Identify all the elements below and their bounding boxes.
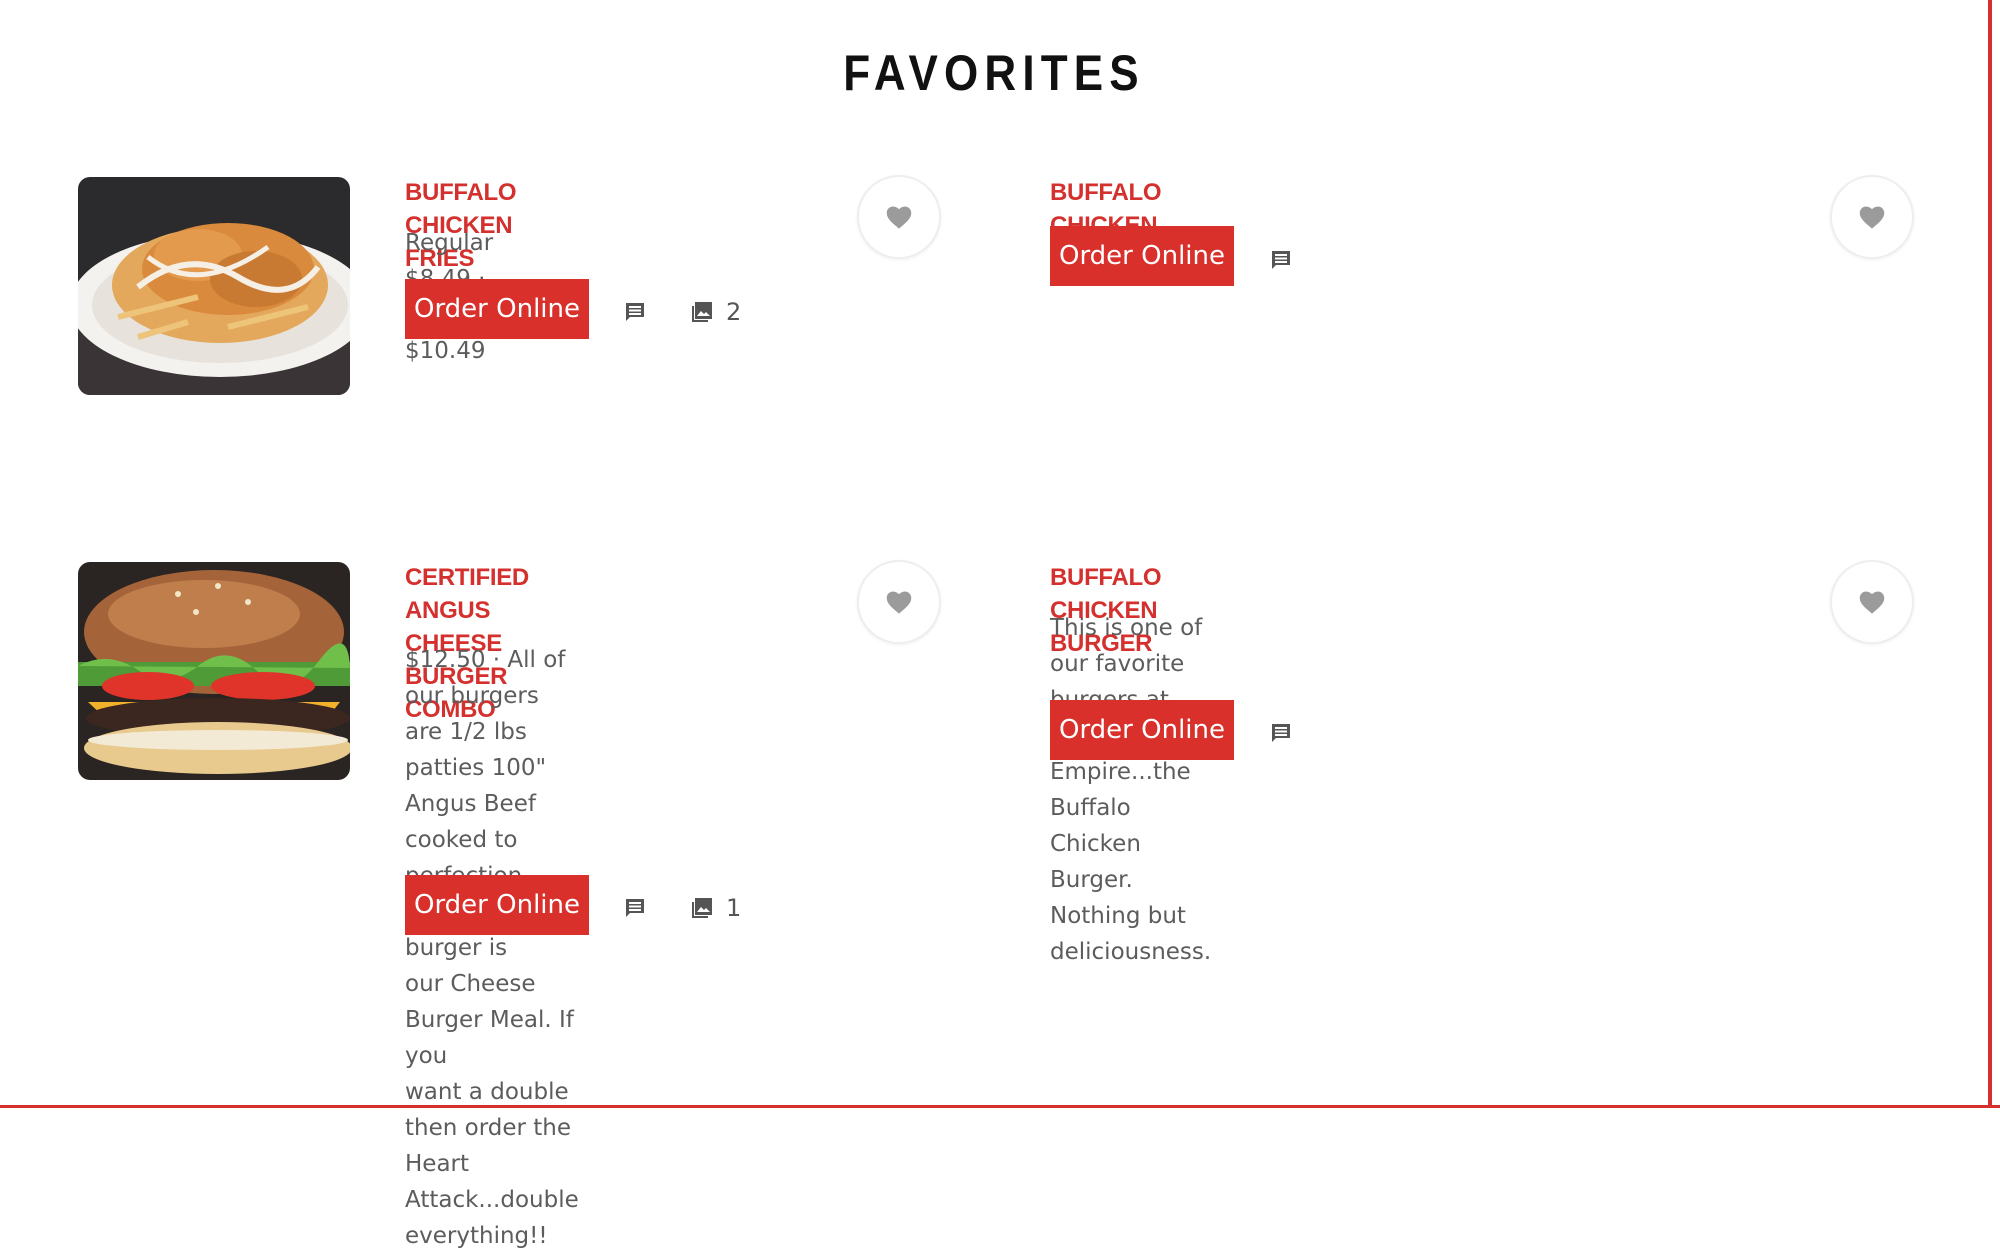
heart-icon	[1859, 591, 1885, 614]
comments-link[interactable]	[623, 896, 647, 920]
description-line: Chicken Burger. Nothing but deliciousnes…	[1050, 831, 1212, 965]
item-description: $12.50 · All of our burgers are 1/2 lbs …	[405, 642, 579, 1254]
heart-icon	[886, 591, 912, 614]
comment-icon	[626, 899, 644, 917]
comment-icon	[1272, 251, 1290, 269]
comments-link[interactable]	[623, 300, 647, 324]
description-line: $12.50 · All of our burgers are 1/2 lbs	[405, 647, 566, 745]
description-line: patties 100" Angus Beef cooked to	[405, 755, 547, 853]
order-online-button[interactable]: Order Online	[405, 279, 589, 339]
comments-link[interactable]	[1269, 248, 1293, 272]
photos-link[interactable]: 2	[690, 298, 741, 326]
favorite-button[interactable]	[1830, 175, 1914, 259]
favorite-button[interactable]	[857, 560, 941, 644]
right-border	[1988, 0, 1992, 1108]
item-photo-fries[interactable]	[78, 177, 350, 395]
heart-icon	[886, 206, 912, 229]
photo-icon	[692, 898, 712, 918]
item-description: This is one of our favorite burgers at W…	[1050, 610, 1211, 970]
description-line: our Cheese Burger Meal. If you	[405, 971, 574, 1069]
description-line: Attack...double everything!!	[405, 1187, 579, 1249]
heart-icon	[1859, 206, 1885, 229]
comments-link[interactable]	[1269, 721, 1293, 745]
photos-link[interactable]: 1	[690, 894, 741, 922]
photo-count: 2	[726, 298, 742, 326]
favorite-button[interactable]	[1830, 560, 1914, 644]
order-online-button[interactable]: Order Online	[1050, 226, 1234, 286]
photo-count: 1	[726, 894, 742, 922]
comment-icon	[1272, 724, 1290, 742]
photo-icon	[692, 302, 712, 322]
order-online-button[interactable]: Order Online	[405, 875, 589, 935]
section-title: FAVORITES	[843, 45, 1145, 101]
comment-icon	[626, 303, 644, 321]
favorite-button[interactable]	[857, 175, 941, 259]
order-online-button[interactable]: Order Online	[1050, 700, 1234, 760]
description-line: want a double then order the Heart	[405, 1079, 572, 1177]
item-photo-burger[interactable]	[78, 562, 350, 780]
